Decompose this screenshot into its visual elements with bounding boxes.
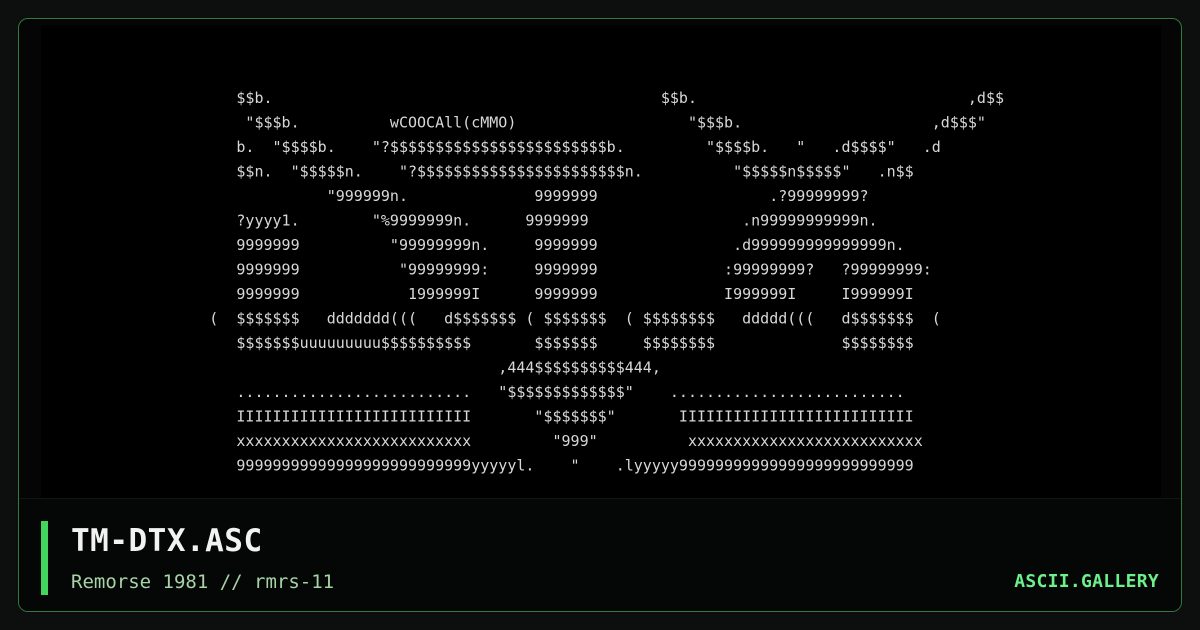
ascii-line: $$b. $$b. ,d$$ [119, 89, 1004, 107]
ascii-line: "999999n. 9999999 .?99999999? [119, 187, 869, 205]
ascii-line: .......................... "$$$$$$$$$$$$… [119, 383, 905, 401]
ascii-line: IIIIIIIIIIIIIIIIIIIIIIIIII "$$$$$$$" III… [119, 408, 914, 426]
ascii-art: $$b. $$b. ,d$$ "$$$b. wCOOCAll(cMMO) "$$… [119, 89, 1004, 475]
site-brand: ASCII.GALLERY [1014, 571, 1159, 592]
accent-bar [41, 521, 48, 595]
ascii-line: ( $$$$$$$ ddddddd((( d$$$$$$$ ( $$$$$$$ … [119, 310, 941, 328]
ascii-line: 9999999 "99999999: 9999999 :99999999? ?9… [119, 261, 932, 279]
art-subtitle: Remorse 1981 // rmrs-11 [71, 571, 335, 593]
ascii-line: "$$$b. wCOOCAll(cMMO) "$$$b. ,d$$$" [119, 114, 986, 132]
ascii-line: 99999999999999999999999999yyyyyl. " .lyy… [119, 457, 914, 475]
ascii-line: $$$$$$$uuuuuuuuu$$$$$$$$$$ $$$$$$$ $$$$$… [119, 334, 914, 352]
ascii-art-panel: $$b. $$b. ,d$$ "$$$b. wCOOCAll(cMMO) "$$… [41, 25, 1161, 501]
ascii-line: b. "$$$$b. "?$$$$$$$$$$$$$$$$$$$$$$$$b. … [119, 138, 941, 156]
ascii-line: 9999999 1999999I 9999999 I999999I I99999… [119, 285, 914, 303]
ascii-line: ?yyyy1. "%9999999n. 9999999 .n9999999999… [119, 212, 878, 230]
ascii-line: ,444$$$$$$$$$$444, [119, 359, 661, 377]
art-title: TM-DTX.ASC [71, 523, 263, 559]
ascii-line: xxxxxxxxxxxxxxxxxxxxxxxxxx "999" xxxxxxx… [119, 432, 923, 450]
gallery-card: $$b. $$b. ,d$$ "$$$b. wCOOCAll(cMMO) "$$… [18, 18, 1182, 612]
caption-bar: TM-DTX.ASC Remorse 1981 // rmrs-11 ASCII… [19, 498, 1181, 611]
ascii-line: $$n. "$$$$$n. "?$$$$$$$$$$$$$$$$$$$$$$$n… [119, 163, 914, 181]
ascii-line: 9999999 "99999999n. 9999999 .d9999999999… [119, 236, 905, 254]
